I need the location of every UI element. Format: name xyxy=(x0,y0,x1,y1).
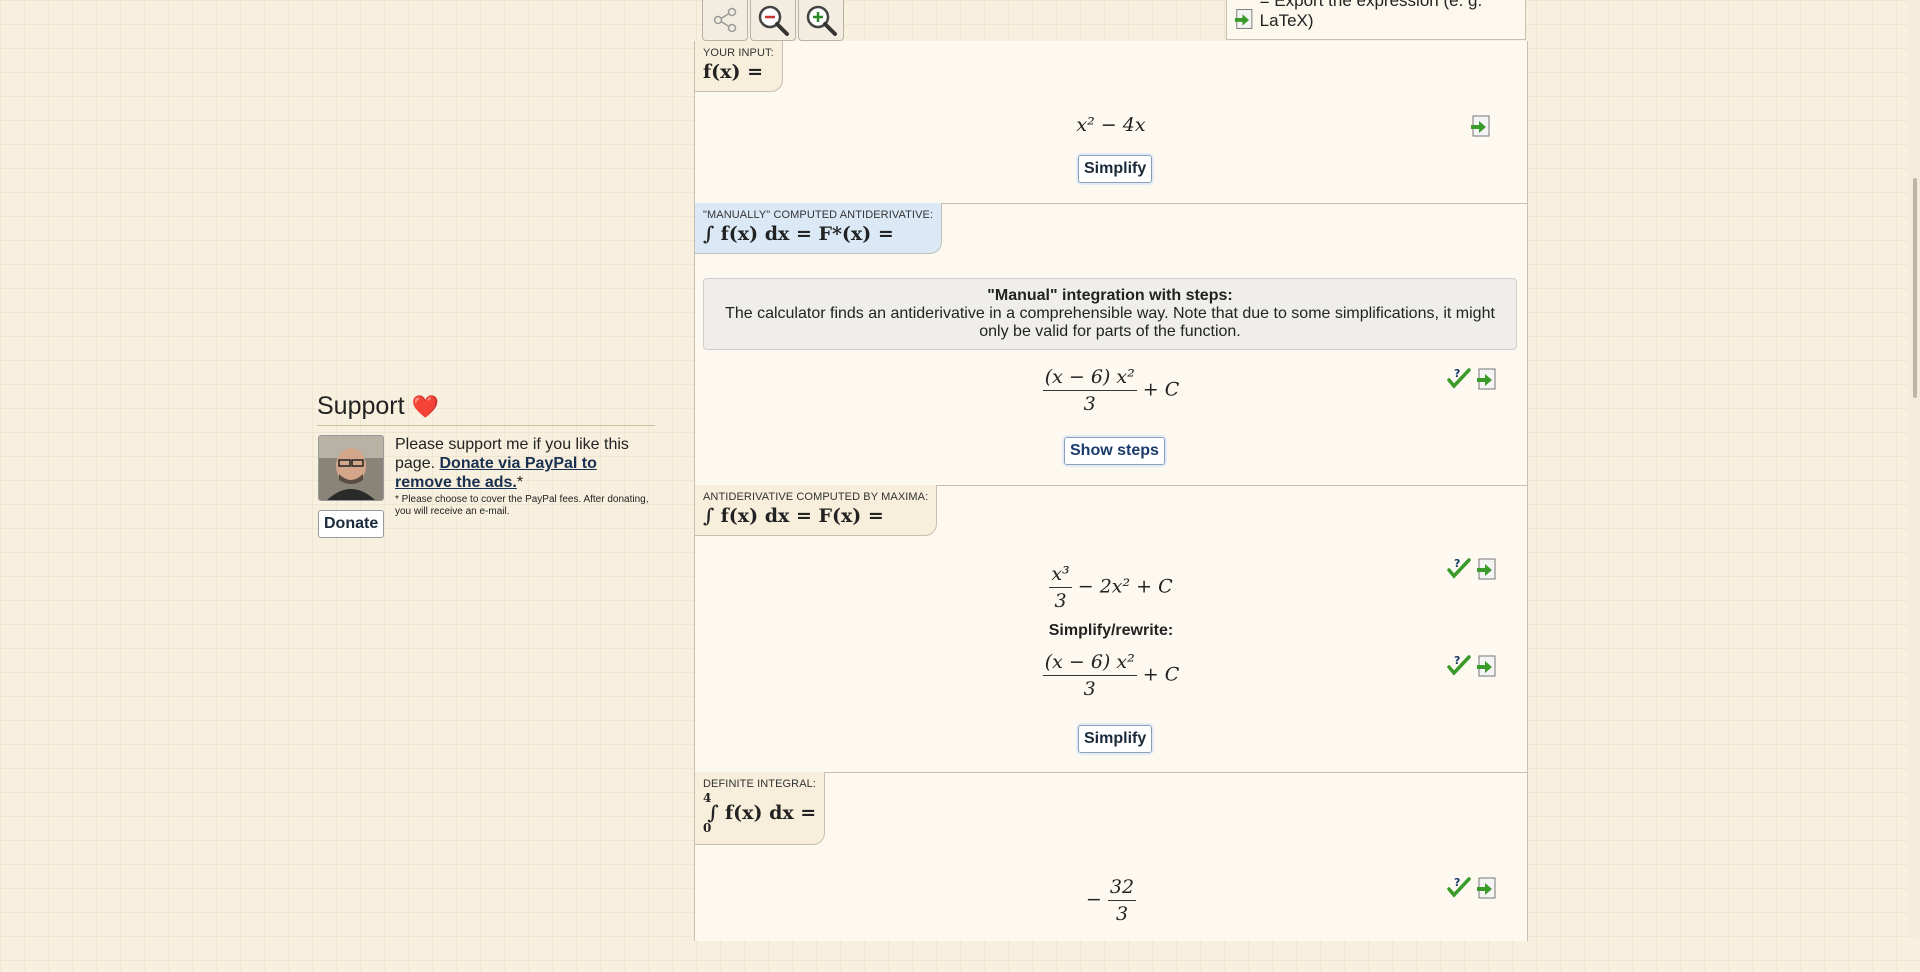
export-icon xyxy=(1234,9,1253,29)
definite-result-sign: − xyxy=(1085,888,1102,911)
manual-label-tab: "MANUALLY" COMPUTED ANTIDERIVATIVE: ∫ f(… xyxy=(695,203,943,254)
verify-check-icon[interactable]: ? xyxy=(1447,876,1473,900)
verify-check-icon[interactable]: ? xyxy=(1447,367,1473,391)
scrollbar-thumb[interactable] xyxy=(1913,178,1917,398)
manual-section: "MANUALLY" COMPUTED ANTIDERIVATIVE: ∫ f(… xyxy=(695,203,1527,486)
maxima-rewrite-result: (x − 6) x² 3 + C xyxy=(695,651,1527,700)
maxima-result-icons: ? xyxy=(1447,557,1499,581)
support-asterisk: * xyxy=(516,474,524,491)
export-icon[interactable] xyxy=(1475,876,1499,900)
maxima-section: ANTIDERIVATIVE COMPUTED BY MAXIMA: ∫ f(x… xyxy=(695,485,1527,773)
toolbar xyxy=(702,0,844,41)
avatar xyxy=(318,435,384,501)
support-title: Support xyxy=(317,392,405,420)
zoom-in-icon xyxy=(806,5,837,36)
export-icon[interactable] xyxy=(1475,557,1499,581)
definite-label: DEFINITE INTEGRAL: xyxy=(703,778,817,790)
maxima-rewrite-tail: + C xyxy=(1142,663,1180,686)
manual-result-tail: + C xyxy=(1142,378,1180,401)
support-heading: Support ❤️ xyxy=(317,392,655,426)
legend-export-text: = Export the expression (e. g. LaTeX) xyxy=(1259,0,1483,30)
input-label: YOUR INPUT: xyxy=(703,47,774,59)
donate-button[interactable]: Donate xyxy=(318,510,385,538)
show-steps-button[interactable]: Show steps xyxy=(1064,437,1165,465)
input-expression: x² − 4x xyxy=(1076,114,1146,136)
definite-result-denominator: 3 xyxy=(1115,903,1129,925)
definite-formula: ∫ f(x) dx = xyxy=(707,802,817,824)
manual-result-icons: ? xyxy=(1447,367,1499,391)
zoom-out-button[interactable] xyxy=(750,0,796,41)
definite-result-icons: ? xyxy=(1447,876,1499,900)
manual-info-title: "Manual" integration with steps: xyxy=(987,287,1233,304)
zoom-out-icon xyxy=(758,5,789,36)
maxima-result: x³ 3 − 2x² + C xyxy=(695,563,1527,612)
export-icon[interactable] xyxy=(1469,114,1493,138)
definite-section: DEFINITE INTEGRAL: 4 0 ∫ f(x) dx = − 32 3… xyxy=(695,772,1527,972)
definite-label-tab: DEFINITE INTEGRAL: 4 0 ∫ f(x) dx = xyxy=(695,772,826,845)
maxima-rewrite-icons: ? xyxy=(1447,654,1499,678)
manual-label: "MANUALLY" COMPUTED ANTIDERIVATIVE: xyxy=(703,209,934,221)
input-formula: f(x) = xyxy=(703,61,764,83)
maxima-label-tab: ANTIDERIVATIVE COMPUTED BY MAXIMA: ∫ f(x… xyxy=(695,485,938,536)
simplify-input-button[interactable]: Simplify xyxy=(1078,155,1153,183)
maxima-label: ANTIDERIVATIVE COMPUTED BY MAXIMA: xyxy=(703,491,929,503)
heart-icon: ❤️ xyxy=(411,394,439,419)
verify-check-icon[interactable]: ? xyxy=(1447,557,1473,581)
manual-result-denominator: 3 xyxy=(1083,393,1096,415)
definite-result: − 32 3 xyxy=(695,876,1527,925)
manual-info-box: "Manual" integration with steps: The cal… xyxy=(703,278,1517,350)
maxima-result-denominator: 3 xyxy=(1054,590,1067,612)
scrollbar-track[interactable] xyxy=(1908,0,1920,937)
input-label-tab: YOUR INPUT: f(x) = xyxy=(695,41,783,92)
zoom-in-button[interactable] xyxy=(798,0,844,41)
export-icon[interactable] xyxy=(1475,654,1499,678)
maxima-result-tail: − 2x² + C xyxy=(1077,575,1173,598)
manual-result: (x − 6) x² 3 + C xyxy=(695,366,1527,415)
support-text-block: Please support me if you like this page.… xyxy=(395,435,655,518)
avatar-image xyxy=(319,436,383,500)
maxima-rewrite-numerator: (x − 6) x² xyxy=(1042,651,1137,676)
manual-formula: ∫ f(x) dx = F*(x) = xyxy=(703,223,894,245)
input-section: YOUR INPUT: f(x) = x² − 4x Simplify xyxy=(695,41,1527,204)
simplify-rewrite-label: Simplify/rewrite: xyxy=(1048,622,1174,639)
icon-legend: = Export the expression (e. g. LaTeX) xyxy=(1226,0,1526,40)
input-export[interactable] xyxy=(1469,114,1493,138)
manual-result-numerator: (x − 6) x² xyxy=(1042,366,1137,391)
share-button[interactable] xyxy=(702,0,748,41)
maxima-formula: ∫ f(x) dx = F(x) = xyxy=(703,505,884,527)
share-icon xyxy=(713,7,737,33)
maxima-result-numerator: x³ xyxy=(1049,563,1072,588)
support-note: * Please choose to cover the PayPal fees… xyxy=(395,494,649,517)
simplify-maxima-button[interactable]: Simplify xyxy=(1078,725,1153,753)
verify-check-icon[interactable]: ? xyxy=(1447,654,1473,678)
support-widget: Support ❤️ Please support me if you like… xyxy=(317,392,655,538)
manual-info-text: The calculator finds an antiderivative i… xyxy=(725,305,1495,340)
results-panel: YOUR INPUT: f(x) = x² − 4x Simplify "MAN… xyxy=(694,41,1528,941)
maxima-rewrite-denominator: 3 xyxy=(1083,678,1096,700)
definite-result-numerator: 32 xyxy=(1107,876,1137,901)
export-icon[interactable] xyxy=(1475,367,1499,391)
